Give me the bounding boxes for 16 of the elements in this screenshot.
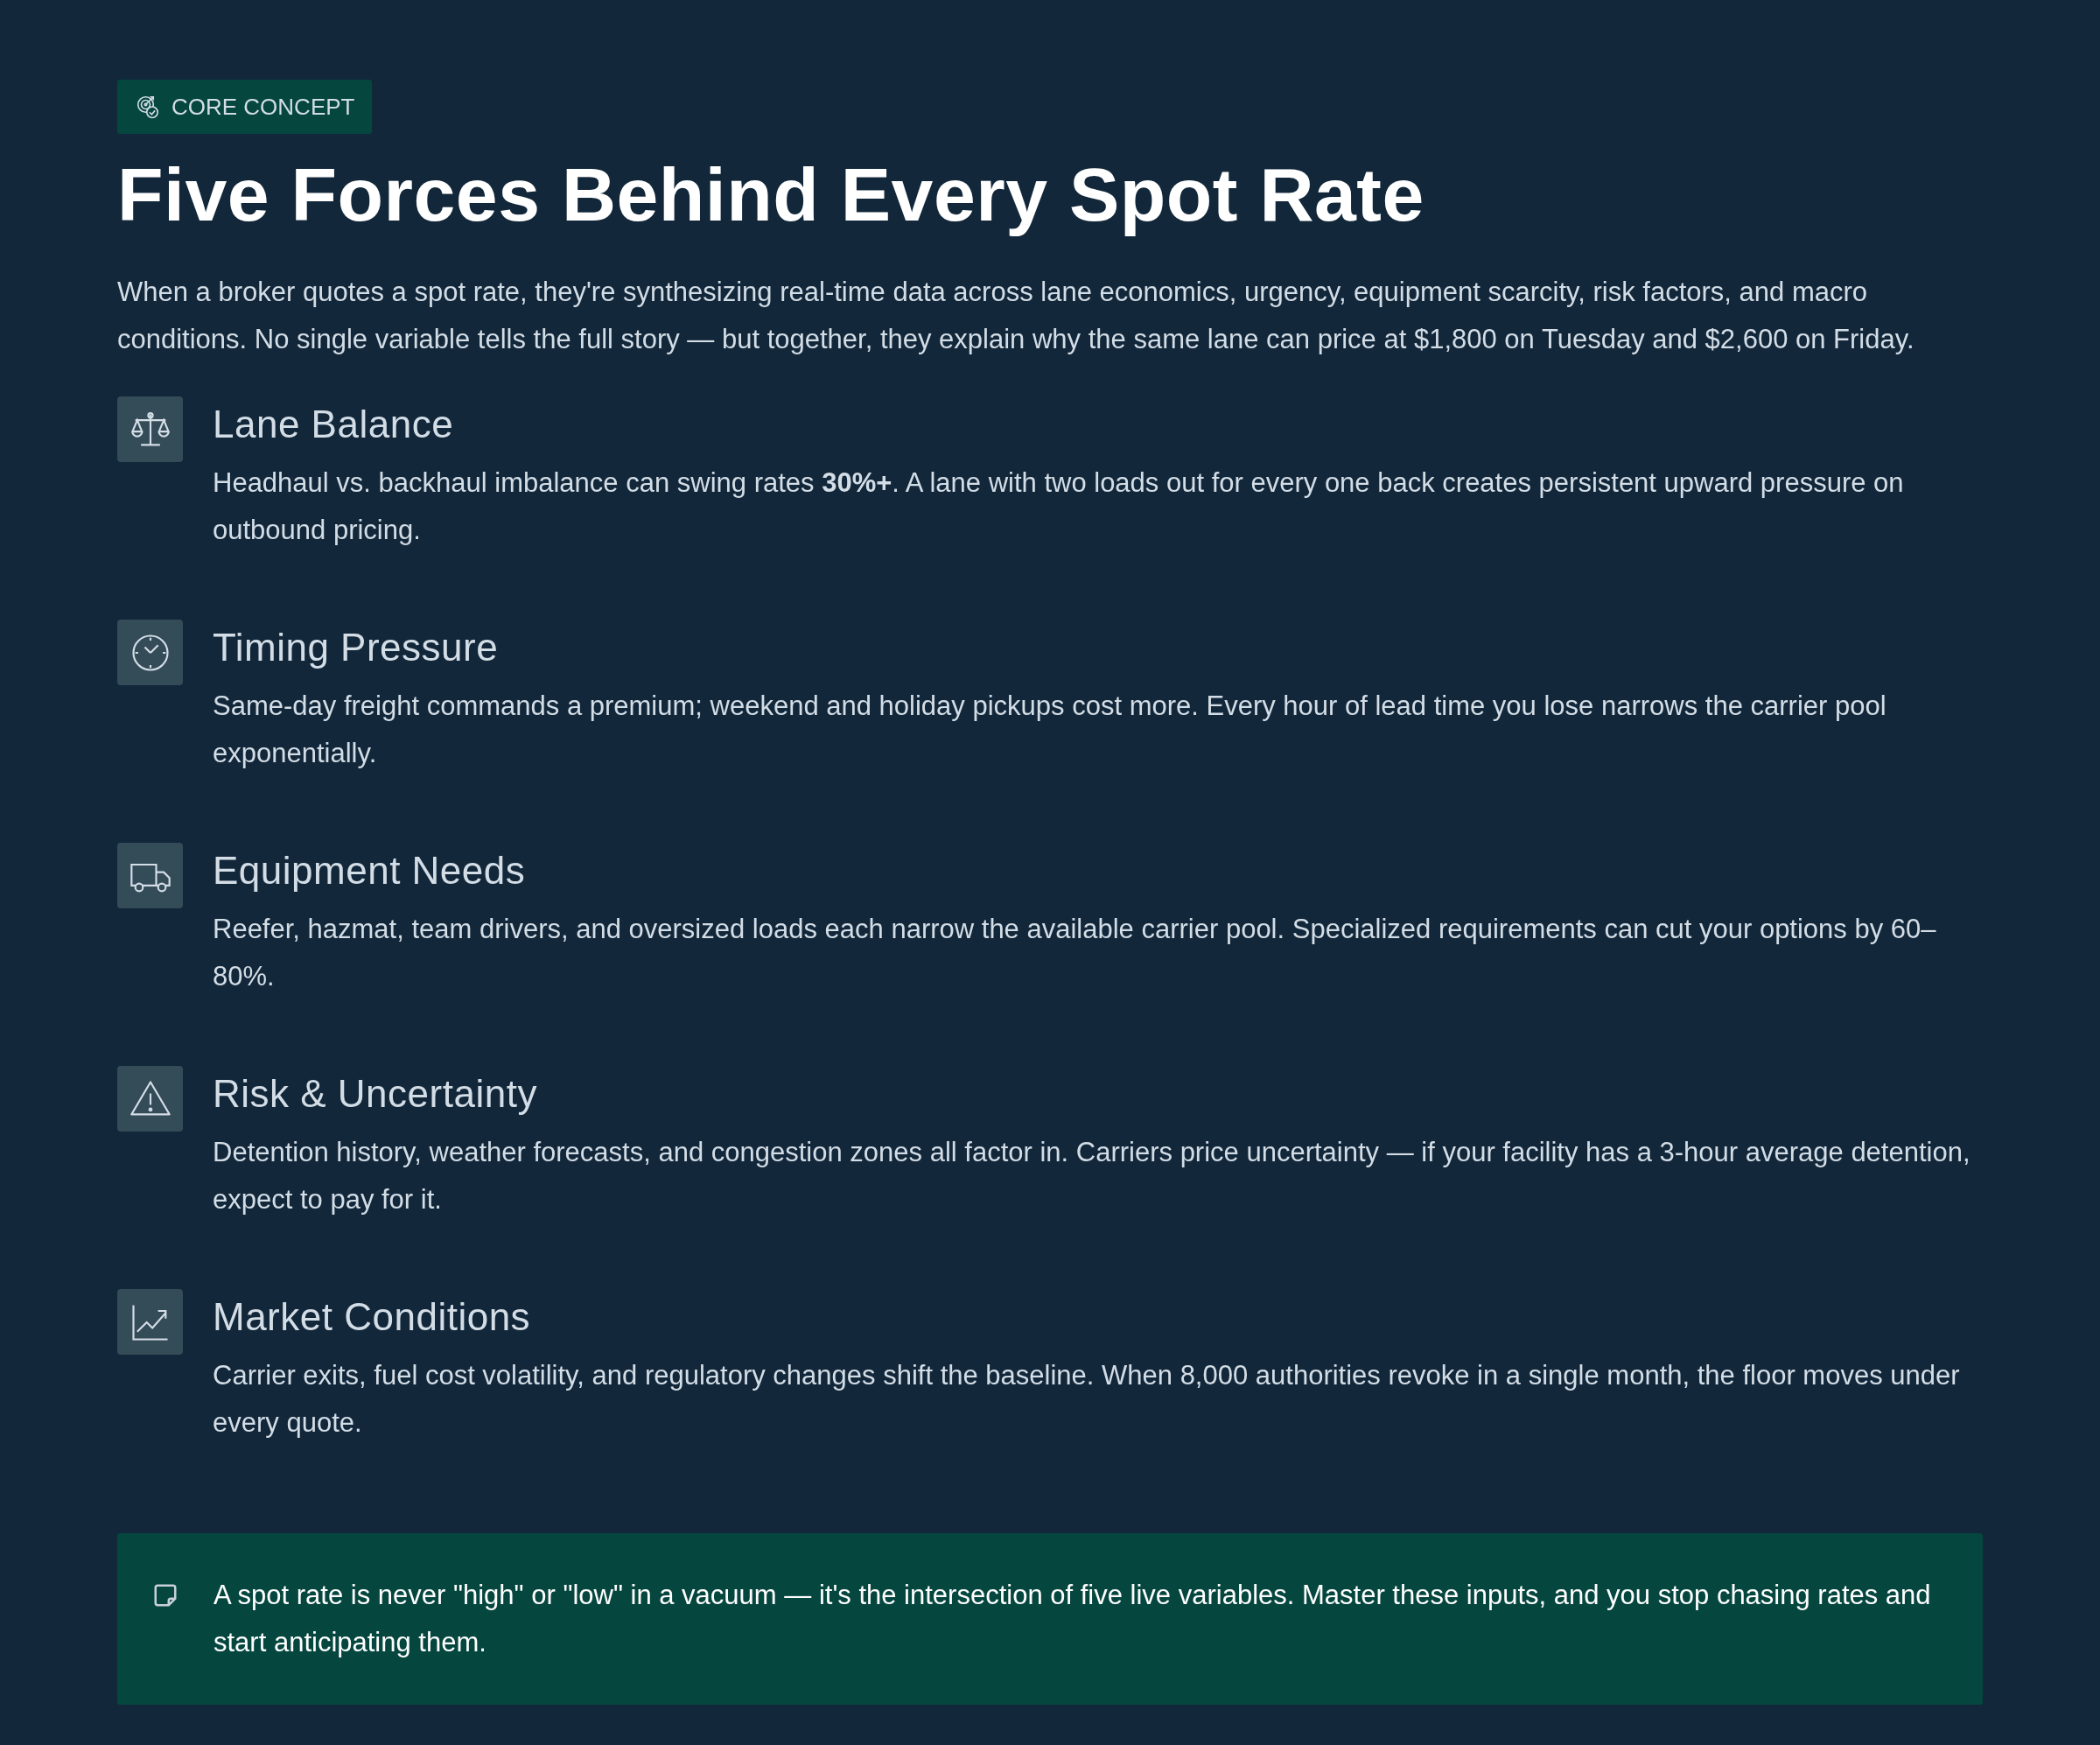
force-title: Equipment Needs [213,848,527,894]
force-description: Reefer, hazmat, team drivers, and oversized loads each narrow the available carrier pool. Specialized requirements can cut your options by 60–80%. [213,913,1937,993]
note-icon [152,1582,178,1608]
force-title: Market Conditions [213,1294,532,1340]
force-description: Same-day freight commands a premium; weekend and holiday pickups cost more. Every hour of lead time you lose narrows the carrier pool exponentially. [213,690,1887,770]
page-title: Five Forces Behind Every Spot Rate [117,151,1425,238]
callout-text: A spot rate is never "high" or "low" in a vacuum — it's the intersection of five live variables. Master these inputs, and you stop chasing rates and start anticipating them. [214,1579,1932,1659]
force-title: Risk & Uncertainty [213,1071,538,1117]
badge-label: CORE CONCEPT [172,92,355,122]
force-title: Timing Pressure [213,625,500,670]
force-title: Lane Balance [213,402,455,447]
force-description: Detention history, weather forecasts, and congestion zones all factor in. Carriers price uncertainty — if your facility has a 3-hour average detention, expect to pay for it. [213,1136,1971,1216]
force-description: Headhaul vs. backhaul imbalance can swing rates 30%+. A lane with two loads out for every one back creates persistent upward pressure on outbound pricing. [213,466,1905,547]
force-description: Carrier exits, fuel cost volatility, and regulatory changes shift the baseline. When 8,000 authorities revoke in a single month, the floor moves under every quote. [213,1359,1961,1440]
intro-paragraph: When a broker quotes a spot rate, they're synthesizing real-time data across lane economics, urgency, equipment scarcity, risk factors, and macro conditions. No single variable tells the full story — but together, they explain why the same lane can price at $1,800 on Tuesday and $2,600 on Friday. [117,276,1915,356]
target-check-icon [135,94,161,120]
